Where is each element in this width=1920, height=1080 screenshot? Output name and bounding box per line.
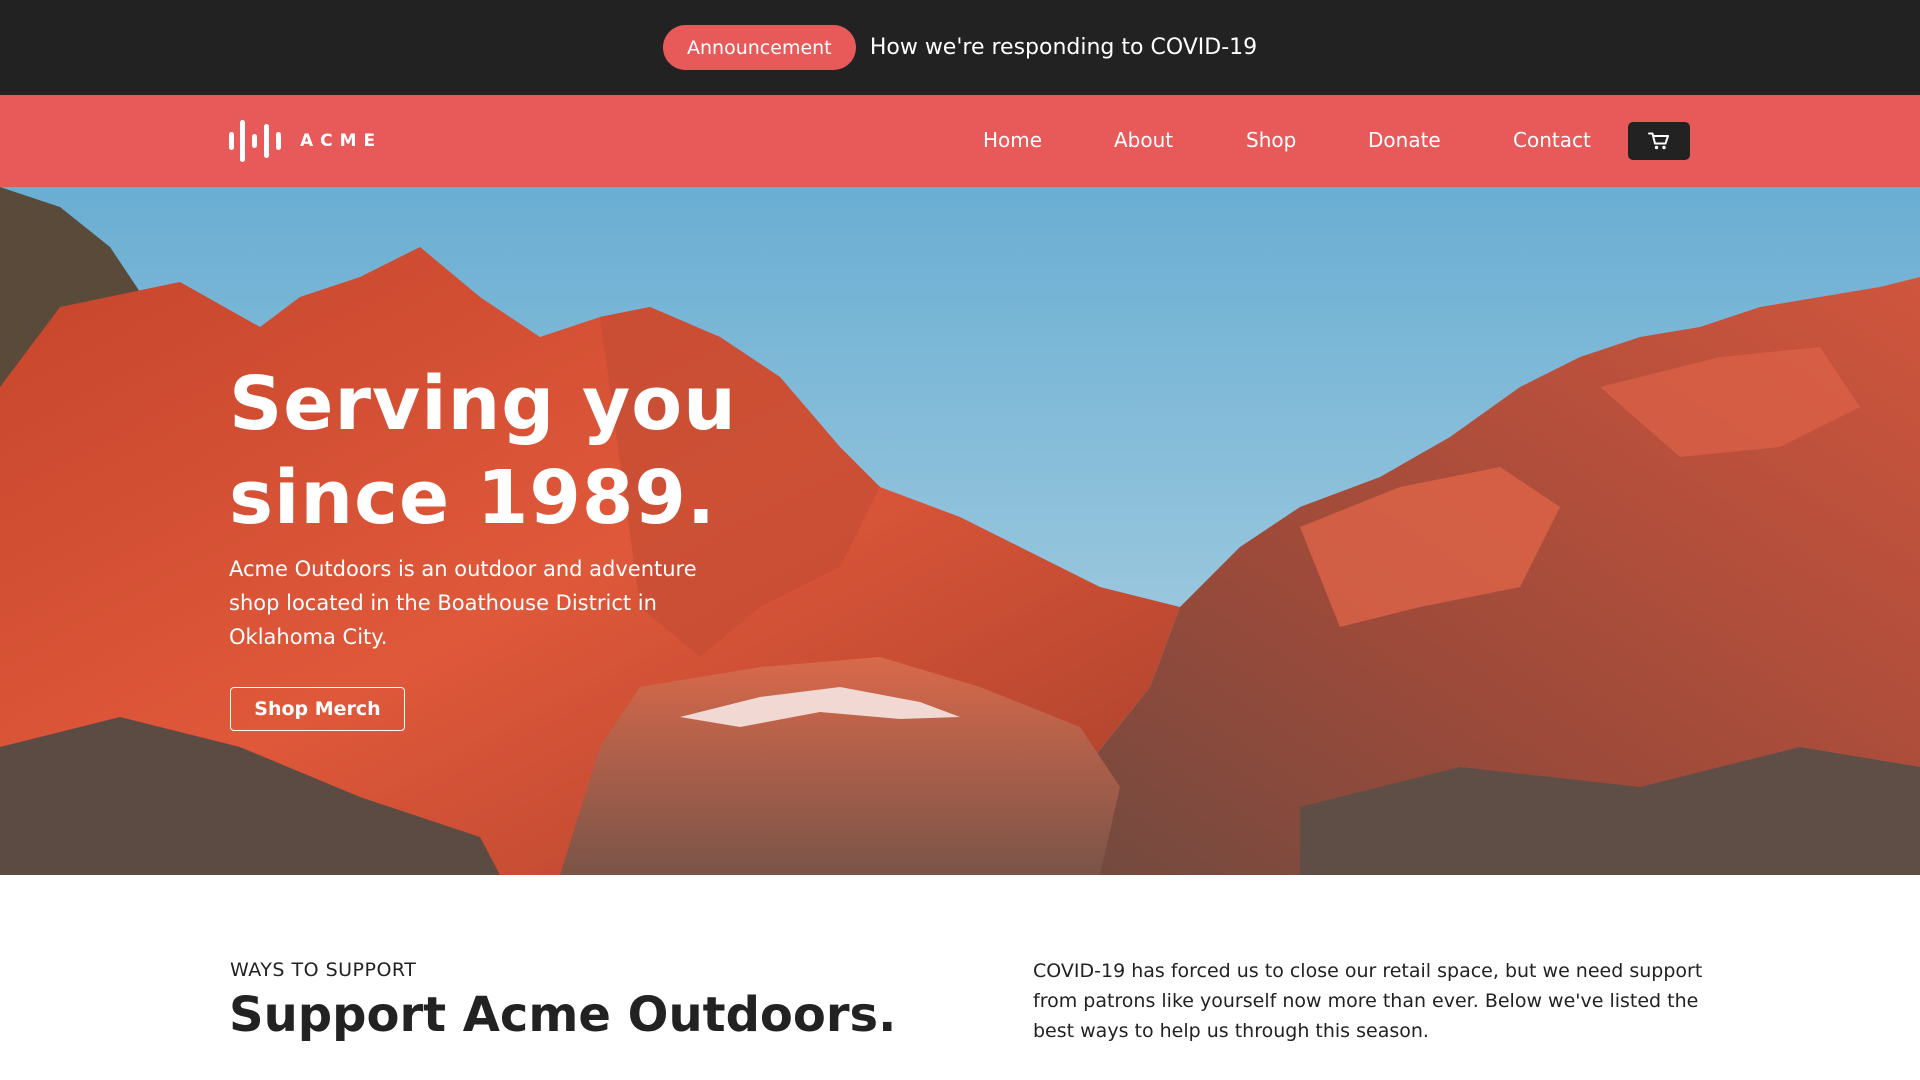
section-title: Support Acme Outdoors. <box>229 987 897 1043</box>
section-eyebrow: WAYS TO SUPPORT <box>230 959 417 981</box>
shop-merch-button[interactable]: Shop Merch <box>230 687 405 731</box>
nav-home[interactable]: Home <box>983 128 1042 152</box>
hero-title: Serving you since 1989. <box>229 361 737 541</box>
cart-button[interactable] <box>1628 122 1690 160</box>
section-body: COVID-19 has forced us to close our reta… <box>1033 960 1703 1042</box>
main-navbar: ACME Home About Shop Donate Contact <box>0 95 1920 187</box>
announcement-link[interactable]: How we're responding to COVID-19 <box>870 35 1257 60</box>
announcement-badge[interactable]: Announcement <box>662 25 856 70</box>
nav-donate[interactable]: Donate <box>1368 128 1441 152</box>
hero-subtitle: Acme Outdoors is an outdoor and adventur… <box>229 557 697 649</box>
hero-section: Serving you since 1989. Acme Outdoors is… <box>0 187 1920 875</box>
cart-icon <box>1648 132 1669 150</box>
nav-shop[interactable]: Shop <box>1246 128 1296 152</box>
nav-about[interactable]: About <box>1114 128 1173 152</box>
announcement-bar: Announcement How we're responding to COV… <box>0 0 1920 95</box>
nav-contact[interactable]: Contact <box>1513 128 1591 152</box>
